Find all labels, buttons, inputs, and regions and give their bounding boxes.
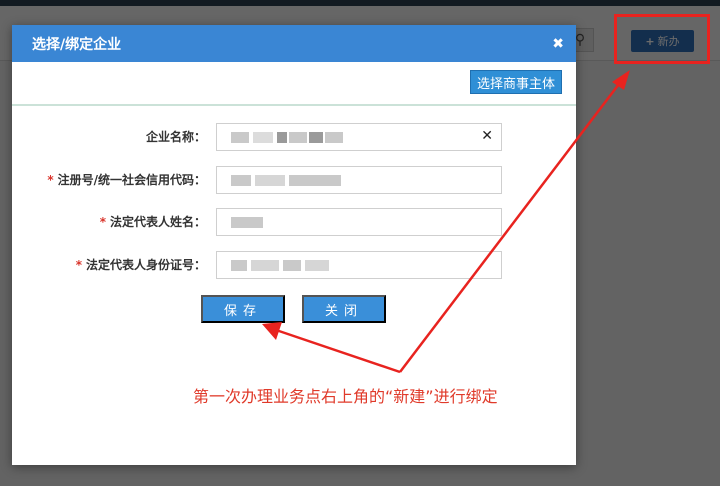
- annotation-text: 第一次办理业务点右上角的“新建”进行绑定: [193, 387, 498, 406]
- annotation-arrow-to-save-button: [275, 328, 401, 374]
- arrow-head-left: [262, 322, 282, 340]
- annotation-arrow-to-new-button: [399, 79, 623, 373]
- arrow-head-top: [612, 70, 630, 90]
- annotation-arrows: [262, 70, 630, 374]
